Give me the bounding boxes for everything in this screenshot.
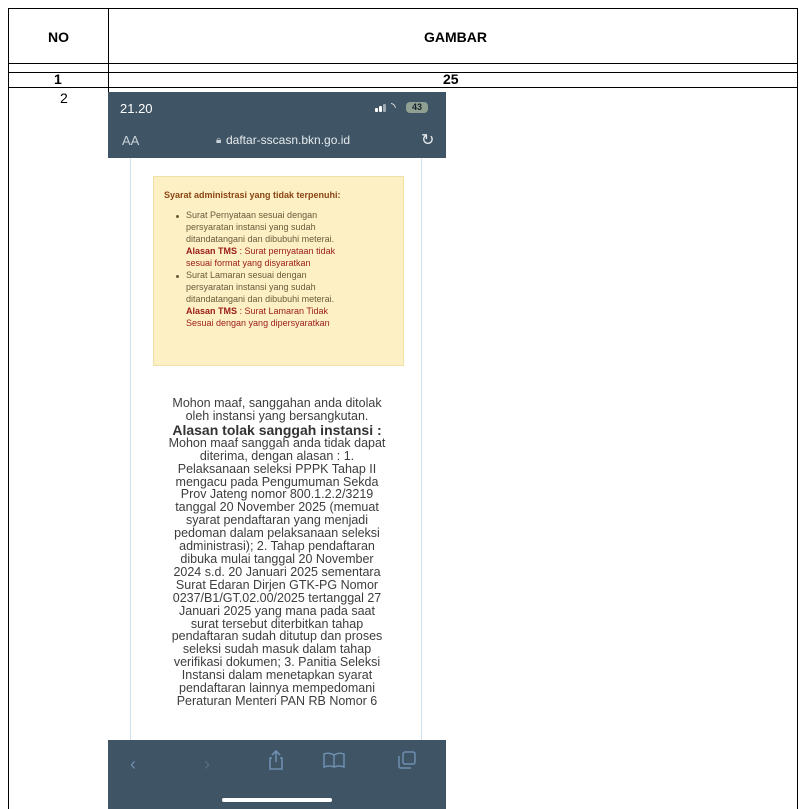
reason-label: Alasan TMS: [186, 306, 238, 316]
home-indicator: [222, 798, 332, 802]
reader-text-size-button[interactable]: AA: [122, 133, 139, 148]
browser-address-bar[interactable]: AA 🔒︎ daftar-sscasn.bkn.go.id ↻: [108, 124, 446, 158]
body-line: 0237/B1/GT.02.00/2025 tertanggal 27: [172, 590, 382, 605]
body-line: Peraturan Menteri PAN RB Nomor 6: [176, 693, 378, 708]
tabs-icon[interactable]: [398, 751, 416, 774]
rejection-message: Mohon maaf, sanggahan anda ditolak oleh …: [146, 397, 408, 708]
reason-label: Alasan TMS: [186, 246, 238, 256]
back-icon[interactable]: ‹: [130, 754, 136, 775]
row-1-no: 1: [54, 71, 62, 87]
intro-line: oleh instansi yang bersangkutan.: [185, 408, 369, 423]
phone-screenshot: 21.20 ◝ 43 AA 🔒︎ daftar-sscasn.bkn.go.id…: [108, 92, 446, 809]
battery-icon: 43: [406, 102, 428, 113]
reload-icon[interactable]: ↻: [421, 130, 434, 150]
body-line: pendaftaran lainnya mempedomani: [179, 681, 375, 696]
row-1-gambar: 25: [443, 71, 459, 87]
page-border-right: [421, 158, 422, 778]
status-bar: 21.20 ◝ 43: [108, 92, 446, 124]
share-icon[interactable]: [268, 749, 284, 775]
item2-line: Surat Lamaran sesuai dengan: [186, 270, 307, 280]
body-line: dibuka mulai tanggal 20 November: [180, 551, 374, 566]
body-line: Pelaksanaan seleksi PPPK Tahap II: [177, 461, 377, 476]
intro-line: Mohon maaf, sanggahan anda ditolak: [172, 396, 382, 410]
bullet-icon: [176, 215, 179, 218]
bookmarks-icon[interactable]: [323, 752, 345, 773]
item2-reason: Alasan TMS : Surat Lamaran Tidak: [186, 306, 328, 316]
item2-line: persyaratan instansi yang sudah: [186, 282, 316, 292]
browser-toolbar: ‹ ›: [108, 740, 446, 809]
url-text[interactable]: daftar-sscasn.bkn.go.id: [226, 133, 350, 147]
wifi-icon: ◝: [391, 100, 396, 114]
body-line: Surat Edaran Dirjen GTK-PG Nomor: [175, 577, 379, 592]
rejection-heading: Alasan tolak sanggah instansi :: [172, 421, 382, 438]
item1-line: Surat Pernyataan sesuai dengan: [186, 210, 318, 220]
body-line: Mohon maaf sanggah anda tidak dapat: [168, 435, 386, 450]
body-line: diterima, dengan alasan : 1.: [199, 448, 355, 463]
body-line: Januari 2025 yang mana pada saat: [179, 603, 375, 618]
reason-text: : Surat pernyataan tidak: [237, 246, 336, 256]
item1-reason-cont: sesuai format yang disyaratkan: [186, 258, 311, 268]
status-time: 21.20: [120, 101, 153, 116]
row-2-no: 2: [60, 90, 68, 106]
lock-icon: 🔒︎: [216, 135, 222, 146]
item1-line: ditandatangani dan dibubuhi meterai.: [186, 234, 335, 244]
item1-line: persyaratan instansi yang sudah: [186, 222, 316, 232]
item2-reason-cont: Sesuai dengan yang dipersyaratkan: [186, 318, 330, 328]
item2-line: ditandatangani dan dibubuhi meterai.: [186, 294, 335, 304]
header-no: NO: [48, 29, 69, 45]
admin-requirements-warning: Syarat administrasi yang tidak terpenuhi…: [153, 176, 404, 366]
item1-reason: Alasan TMS : Surat pernyataan tidak: [186, 246, 335, 256]
header-gambar: GAMBAR: [424, 29, 487, 45]
body-line: 2024 s.d. 20 Januari 2025 sementara: [173, 564, 381, 579]
forward-icon[interactable]: ›: [204, 754, 210, 775]
page-border-left: [130, 158, 131, 778]
reason-text: : Surat Lamaran Tidak: [237, 306, 329, 316]
warning-title: Syarat administrasi yang tidak terpenuhi…: [164, 190, 341, 200]
bullet-icon: [176, 275, 179, 278]
